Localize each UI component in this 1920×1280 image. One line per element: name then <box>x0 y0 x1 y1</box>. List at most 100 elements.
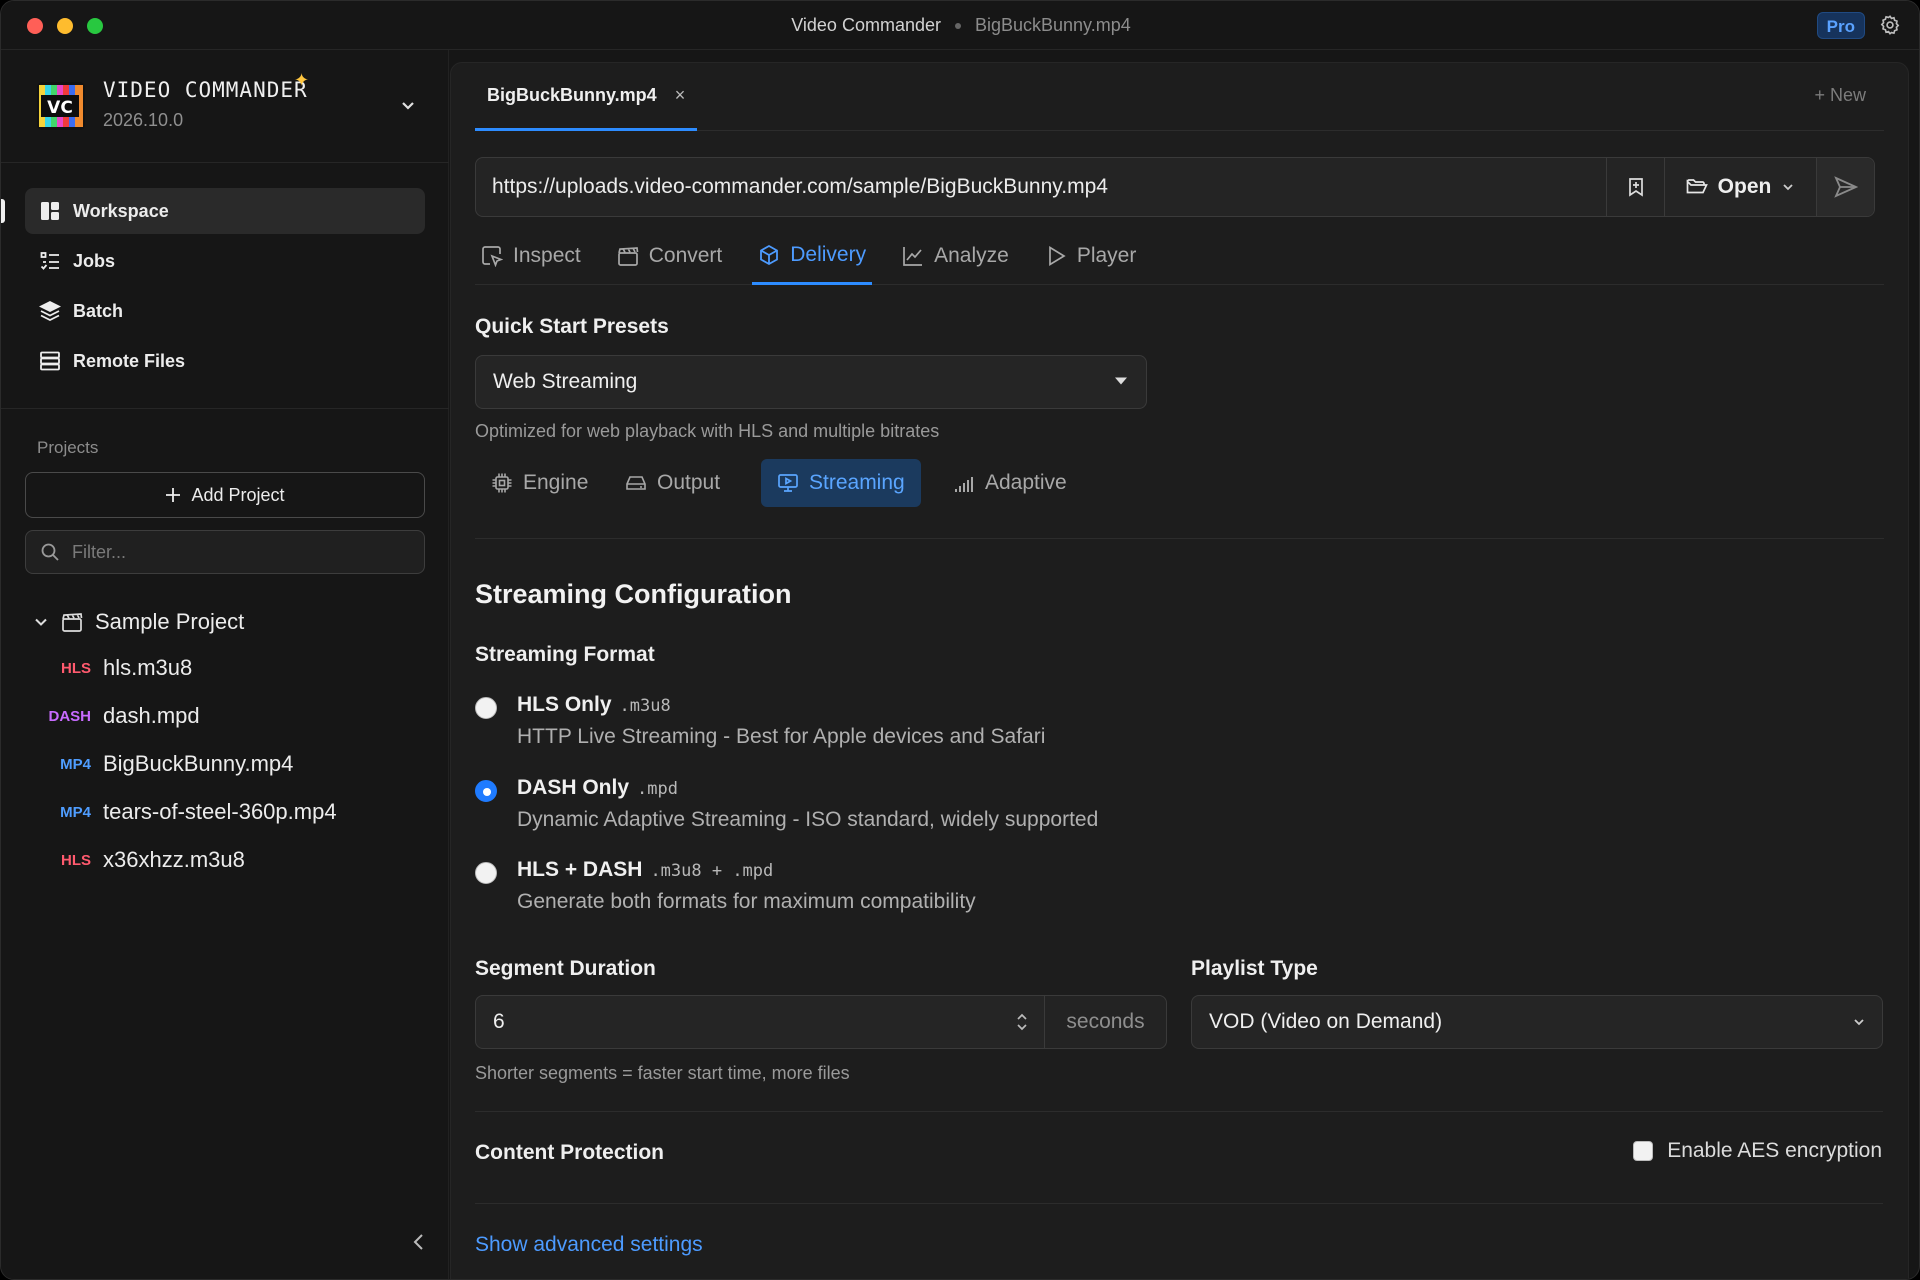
tab-label: Analyze <box>934 244 1009 267</box>
file-type-badge: MP4 <box>60 803 91 821</box>
option-extension: .m3u8 + .mpd <box>650 861 774 881</box>
plus-icon <box>166 488 181 502</box>
tab-label: Inspect <box>513 244 581 267</box>
tree-file-item[interactable]: HLS x36xhzz.m3u8 <box>1 836 449 884</box>
tree-file-item[interactable]: DASH dash.mpd <box>1 692 449 740</box>
file-type-badge: DASH <box>48 707 91 725</box>
sidebar-item-batch[interactable]: Batch <box>25 288 425 334</box>
bookmark-button[interactable] <box>1606 158 1664 216</box>
section-title: Streaming Configuration <box>475 579 792 609</box>
chevron-down-icon[interactable] <box>33 614 49 630</box>
file-tab-label: BigBuckBunny.mp4 <box>487 85 657 105</box>
file-tab-active[interactable]: BigBuckBunny.mp4 × <box>475 63 698 131</box>
option-title: HLS + DASH .m3u8 + .mpd <box>517 858 774 881</box>
server-icon <box>40 351 60 371</box>
subtab-label: Engine <box>523 471 589 494</box>
clapper-icon <box>62 613 83 632</box>
close-tab-icon[interactable]: × <box>675 85 686 106</box>
settings-sub-tabs: Engine Output Streaming Adaptive <box>475 459 1884 539</box>
cpu-icon <box>492 473 512 493</box>
app-logo: VC <box>37 82 85 130</box>
filter-input[interactable] <box>72 541 402 563</box>
file-name: hls.m3u8 <box>103 655 193 680</box>
option-title: DASH Only .mpd <box>517 776 678 799</box>
subtab-label: Streaming <box>809 471 905 494</box>
content-protection-label: Content Protection <box>475 1141 664 1164</box>
jobs-list-icon <box>40 252 59 270</box>
workspace-icon <box>41 202 59 220</box>
logo-text: VC <box>47 98 73 118</box>
drive-icon <box>626 476 646 490</box>
sidebar-item-remote-files[interactable]: Remote Files <box>25 338 425 384</box>
subtab-engine[interactable]: Engine <box>475 459 604 507</box>
open-button[interactable]: Open <box>1664 158 1816 216</box>
subtab-output[interactable]: Output <box>609 459 736 507</box>
window-file-title: BigBuckBunny.mp4 <box>974 15 1131 35</box>
presets-label: Quick Start Presets <box>475 315 669 338</box>
project-tree: Sample Project HLS hls.m3u8 DASH dash.mp… <box>1 600 449 884</box>
collapse-sidebar-button[interactable] <box>409 1230 429 1254</box>
title-bar: Video Commander BigBuckBunny.mp4 Pro <box>1 1 1919 50</box>
format-option-hls-dash[interactable]: HLS + DASH .m3u8 + .mpd Generate both for… <box>475 856 1375 926</box>
inspect-icon <box>482 246 503 267</box>
segment-duration-group: seconds <box>475 995 1167 1049</box>
format-option-hls[interactable]: HLS Only .m3u8 HTTP Live Streaming - Best… <box>475 691 1375 761</box>
app-window: Video Commander BigBuckBunny.mp4 Pro VC <box>0 0 1920 1280</box>
gear-icon[interactable] <box>1879 14 1901 36</box>
divider <box>475 1111 1883 1112</box>
url-input[interactable] <box>476 158 1606 216</box>
file-name: x36xhzz.m3u8 <box>103 847 245 872</box>
tab-delivery[interactable]: Delivery <box>752 227 873 285</box>
window-title: Video Commander BigBuckBunny.mp4 <box>1 1 1919 50</box>
send-button[interactable] <box>1816 158 1874 216</box>
tree-file-item[interactable]: MP4 tears-of-steel-360p.mp4 <box>1 788 449 836</box>
tab-inspect[interactable]: Inspect <box>475 227 587 285</box>
tab-analyze[interactable]: Analyze <box>896 227 1015 285</box>
aes-encryption-toggle[interactable]: Enable AES encryption <box>1633 1139 1882 1163</box>
signal-bars-icon <box>955 477 973 492</box>
radio-hls[interactable] <box>475 697 497 719</box>
layers-icon <box>39 300 61 322</box>
tab-convert[interactable]: Convert <box>611 227 729 285</box>
divider <box>475 1203 1883 1204</box>
radio-dash[interactable] <box>475 780 497 802</box>
sidebar-item-label: Batch <box>73 300 124 321</box>
preset-select[interactable]: Web Streaming <box>475 355 1147 409</box>
segment-stepper[interactable] <box>1000 996 1044 1048</box>
tree-file-item[interactable]: MP4 BigBuckBunny.mp4 <box>1 740 449 788</box>
streaming-format-label: Streaming Format <box>475 643 655 666</box>
file-name: dash.mpd <box>103 703 200 728</box>
radio-hls-dash[interactable] <box>475 862 497 884</box>
projects-section-label: Projects <box>37 438 99 457</box>
show-advanced-settings-link[interactable]: Show advanced settings <box>475 1233 703 1257</box>
add-project-button[interactable]: Add Project <box>25 472 425 518</box>
segment-help-text: Shorter segments = faster start time, mo… <box>475 1063 850 1083</box>
tab-player[interactable]: Player <box>1039 227 1143 285</box>
sidebar-item-jobs[interactable]: Jobs <box>25 238 425 284</box>
tree-file-item[interactable]: HLS hls.m3u8 <box>1 644 449 692</box>
screen-play-icon <box>778 474 798 492</box>
new-tab-button[interactable]: + New <box>1814 85 1866 106</box>
package-icon <box>760 244 779 265</box>
filter-field[interactable] <box>25 530 425 574</box>
segment-duration-label: Segment Duration <box>475 957 656 980</box>
aes-checkbox[interactable] <box>1633 1141 1654 1161</box>
bookmark-icon <box>1628 178 1643 197</box>
chevron-down-icon[interactable] <box>399 96 417 114</box>
segment-duration-input[interactable] <box>476 996 1000 1048</box>
brand-header[interactable]: VC VIDEO COMMANDER ✦ 2026.10.0 <box>1 50 449 163</box>
format-option-dash[interactable]: DASH Only .mpd Dynamic Adaptive Streaming… <box>475 774 1375 844</box>
segment-unit: seconds <box>1044 996 1166 1048</box>
chevron-down-icon <box>1854 1019 1864 1026</box>
main-panel: BigBuckBunny.mp4 × + New Open Inspect <box>450 62 1909 1279</box>
sidebar-item-workspace[interactable]: Workspace <box>1 188 425 234</box>
tree-project-sample[interactable]: Sample Project <box>1 600 449 644</box>
tree-project-label: Sample Project <box>95 609 245 634</box>
folder-open-icon <box>1686 179 1708 194</box>
subtab-adaptive[interactable]: Adaptive <box>937 459 1083 507</box>
caret-down-icon <box>1115 377 1127 385</box>
pro-badge[interactable]: Pro <box>1816 12 1865 39</box>
playlist-type-select[interactable]: VOD (Video on Demand) <box>1191 995 1883 1049</box>
play-icon <box>1048 245 1066 267</box>
subtab-streaming[interactable]: Streaming <box>761 459 921 507</box>
